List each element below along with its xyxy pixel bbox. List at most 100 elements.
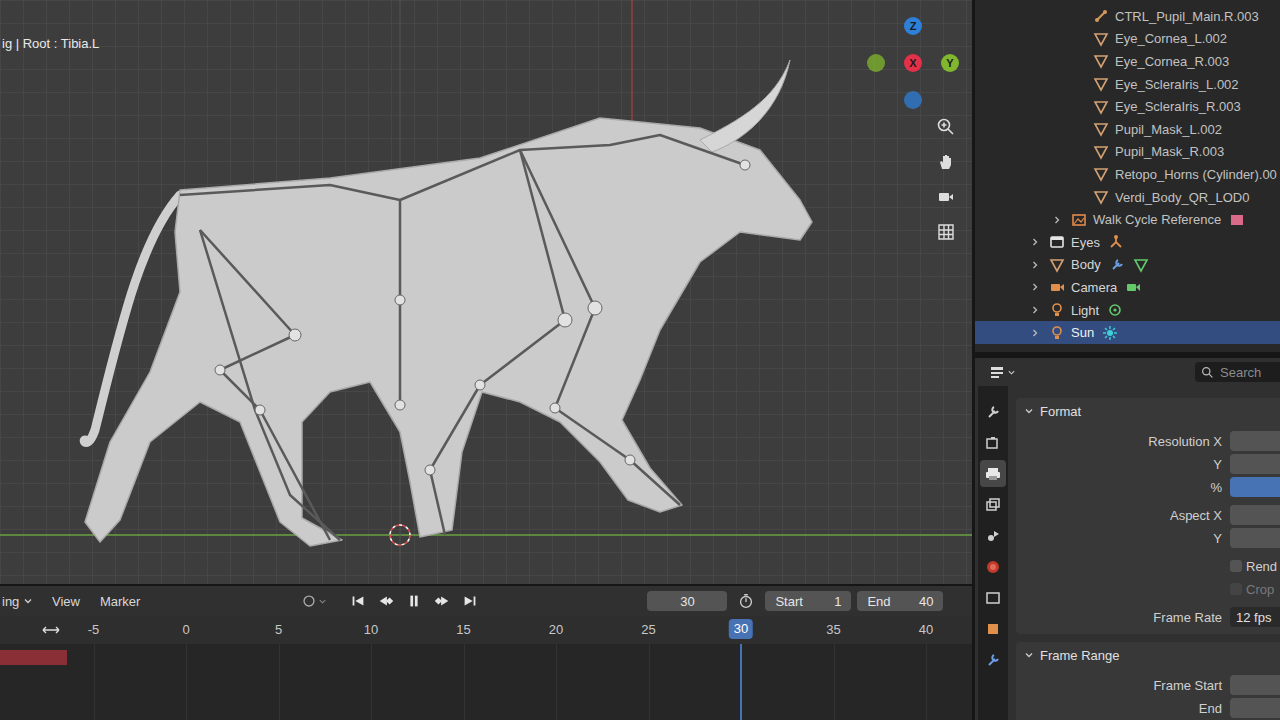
3d-cursor[interactable]	[390, 525, 410, 545]
property-dropdown[interactable]: 12 fps	[1230, 607, 1280, 627]
gizmo-neg-z[interactable]	[904, 91, 922, 109]
playhead-badge[interactable]: 30	[729, 619, 753, 639]
outliner-item[interactable]: Verdi_Body_QR_LOD0	[975, 186, 1280, 209]
expand-toggle[interactable]	[1027, 305, 1043, 315]
summary-strip	[0, 650, 67, 665]
bull-body[interactable]	[85, 118, 812, 546]
light-icon	[1049, 302, 1065, 318]
expand-toggle[interactable]	[1027, 282, 1043, 292]
properties-tab[interactable]	[980, 522, 1006, 549]
expand-toggle[interactable]	[1027, 237, 1043, 247]
jump-end-icon[interactable]	[461, 592, 479, 610]
modifier-icon[interactable]	[1109, 257, 1125, 273]
menu-item[interactable]: Marker	[100, 594, 140, 609]
outliner-item[interactable]: Eye_ScleraIris_R.003	[975, 95, 1280, 118]
frame-ruler[interactable]: -505101520253540 30	[0, 616, 972, 644]
outliner-item[interactable]: Sun	[975, 321, 1280, 344]
meshdata-icon[interactable]	[1133, 257, 1149, 273]
outliner-item[interactable]: Retopo_Horns (Cylinder).00	[975, 163, 1280, 186]
checkbox-label: Rend	[1246, 559, 1277, 574]
playhead-line[interactable]	[740, 644, 742, 720]
expand-toggle[interactable]	[1049, 215, 1065, 225]
pan-button[interactable]	[931, 147, 961, 177]
property-slider[interactable]	[1230, 477, 1280, 497]
checkbox-row[interactable]: Crop	[1016, 578, 1280, 600]
gizmo-axis[interactable]: Y	[941, 54, 959, 72]
property-field[interactable]	[1230, 431, 1280, 451]
property-group: Frame Start End	[1016, 674, 1280, 719]
properties-tab[interactable]	[980, 646, 1006, 673]
properties-content: Format Resolution X Y % Aspect X Y Rend …	[1008, 386, 1280, 720]
frame-gridline	[649, 644, 650, 720]
expand-toggle[interactable]	[1027, 328, 1043, 338]
outliner-item[interactable]: Eye_Cornea_L.002	[975, 28, 1280, 51]
scene-canvas[interactable]	[0, 0, 972, 584]
properties-tab[interactable]	[980, 460, 1006, 487]
sundata-icon[interactable]	[1102, 325, 1118, 341]
property-row: %	[1016, 476, 1280, 498]
chevron-down-icon[interactable]	[318, 597, 327, 606]
property-row: Frame Rate 12 fps	[1016, 606, 1280, 628]
panel-header[interactable]: Frame Range	[1016, 642, 1280, 668]
frame-tick: 5	[275, 622, 282, 637]
outliner-item[interactable]: Eyes	[975, 231, 1280, 254]
gizmo-neg-y[interactable]	[867, 54, 885, 72]
property-field[interactable]	[1230, 698, 1280, 718]
timeline-body[interactable]	[0, 644, 972, 720]
checkbox-row[interactable]: Rend	[1016, 555, 1280, 577]
3d-viewport[interactable]: ig | Root : Tibia.L ZXY	[0, 0, 972, 584]
tool-icon	[985, 404, 1001, 420]
properties-tab[interactable]	[980, 615, 1006, 642]
outliner-item[interactable]: CTRL_Pupil_Main.R.003	[975, 5, 1280, 28]
property-field[interactable]	[1230, 454, 1280, 474]
checkbox[interactable]	[1230, 560, 1242, 572]
horizontal-arrows-icon[interactable]	[41, 624, 61, 636]
editor-mode-dropdown[interactable]: ing	[2, 594, 44, 609]
outliner-item[interactable]: Walk Cycle Reference	[975, 208, 1280, 231]
properties-tab[interactable]	[980, 553, 1006, 580]
outliner-item[interactable]: Pupil_Mask_L.002	[975, 118, 1280, 141]
rig-bones[interactable]	[180, 135, 745, 540]
outliner-item[interactable]: Eye_ScleraIris_L.002	[975, 73, 1280, 96]
properties-tab[interactable]	[980, 584, 1006, 611]
lightdata-icon[interactable]	[1107, 302, 1123, 318]
properties-tab[interactable]	[980, 398, 1006, 425]
gizmo-axis[interactable]: X	[904, 54, 922, 72]
search-field[interactable]: Search	[1195, 362, 1280, 382]
properties-tab[interactable]	[980, 429, 1006, 456]
pause-icon[interactable]	[405, 592, 423, 610]
scene-icon	[985, 528, 1001, 544]
jump-start-icon[interactable]	[349, 592, 367, 610]
record-icon[interactable]	[300, 592, 318, 610]
frame-gridline	[556, 644, 557, 720]
armature-icon[interactable]	[1108, 234, 1124, 250]
panel-header[interactable]: Format	[1016, 398, 1280, 424]
property-field[interactable]	[1230, 505, 1280, 525]
outliner-item[interactable]: Pupil_Mask_R.003	[975, 141, 1280, 164]
next-keyframe-icon[interactable]	[433, 592, 451, 610]
end-frame-field[interactable]: End 40	[857, 591, 943, 611]
current-frame-field[interactable]: 30	[647, 591, 727, 611]
outliner-item[interactable]: Light	[975, 299, 1280, 322]
properties-tab[interactable]	[980, 491, 1006, 518]
gizmo-axis[interactable]: Z	[904, 17, 922, 35]
chevron-down-icon	[1024, 406, 1034, 416]
cameradata-icon[interactable]	[1125, 279, 1141, 295]
imagedata-icon[interactable]	[1229, 212, 1245, 228]
property-field[interactable]	[1230, 528, 1280, 548]
stopwatch-icon[interactable]	[737, 592, 755, 610]
camera-view-button[interactable]	[931, 182, 961, 212]
outliner-item[interactable]: Camera	[975, 276, 1280, 299]
item-label: Light	[1071, 303, 1099, 318]
prev-keyframe-icon[interactable]	[377, 592, 395, 610]
property-field[interactable]	[1230, 675, 1280, 695]
outliner-item[interactable]: Body	[975, 254, 1280, 277]
menu-item[interactable]: View	[52, 594, 80, 609]
ortho-toggle-button[interactable]	[931, 217, 961, 247]
chevron-right-icon	[1030, 260, 1040, 270]
zoom-button[interactable]	[931, 112, 961, 142]
start-frame-field[interactable]: Start 1	[765, 591, 851, 611]
expand-toggle[interactable]	[1027, 260, 1043, 270]
editor-type-button[interactable]	[989, 364, 1016, 380]
outliner-item[interactable]: Eye_Cornea_R.003	[975, 50, 1280, 73]
